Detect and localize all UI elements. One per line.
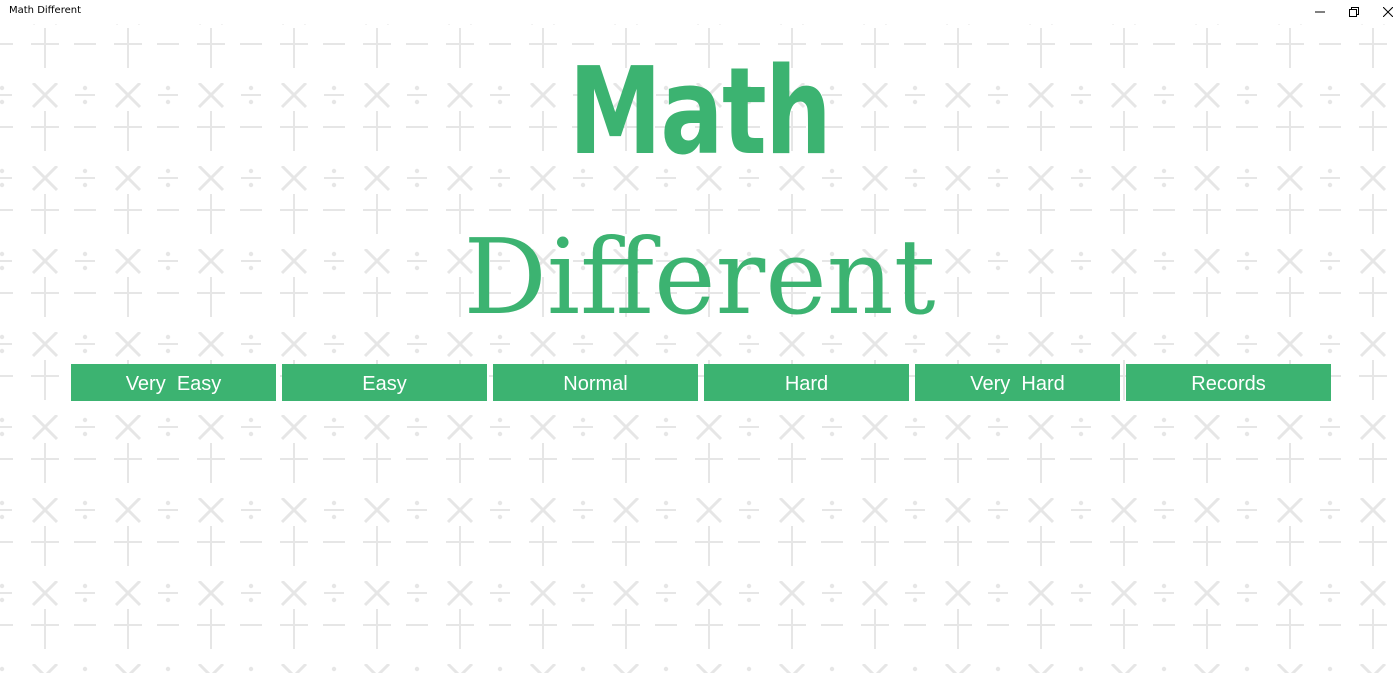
close-icon (1383, 7, 1393, 17)
very-hard-button[interactable]: Very Hard (915, 364, 1120, 401)
maximize-button[interactable] (1337, 0, 1371, 24)
difficulty-menu: Very Easy Easy Normal Hard Very Hard Rec… (71, 364, 1331, 401)
records-button[interactable]: Records (1126, 364, 1331, 401)
logo-title-math: Math (568, 43, 832, 182)
close-button[interactable] (1371, 0, 1399, 24)
window-title: Math Different (9, 5, 82, 16)
minimize-icon (1315, 11, 1325, 13)
logo-title-different: Different (463, 216, 936, 338)
hard-button[interactable]: Hard (704, 364, 909, 401)
app-window: Math Different Math Different Very Easy … (0, 0, 1399, 673)
easy-button[interactable]: Easy (282, 364, 487, 401)
normal-button[interactable]: Normal (493, 364, 698, 401)
minimize-button[interactable] (1303, 0, 1337, 24)
restore-icon (1349, 7, 1359, 17)
title-bar[interactable]: Math Different (0, 0, 1399, 24)
very-easy-button[interactable]: Very Easy (71, 364, 276, 401)
